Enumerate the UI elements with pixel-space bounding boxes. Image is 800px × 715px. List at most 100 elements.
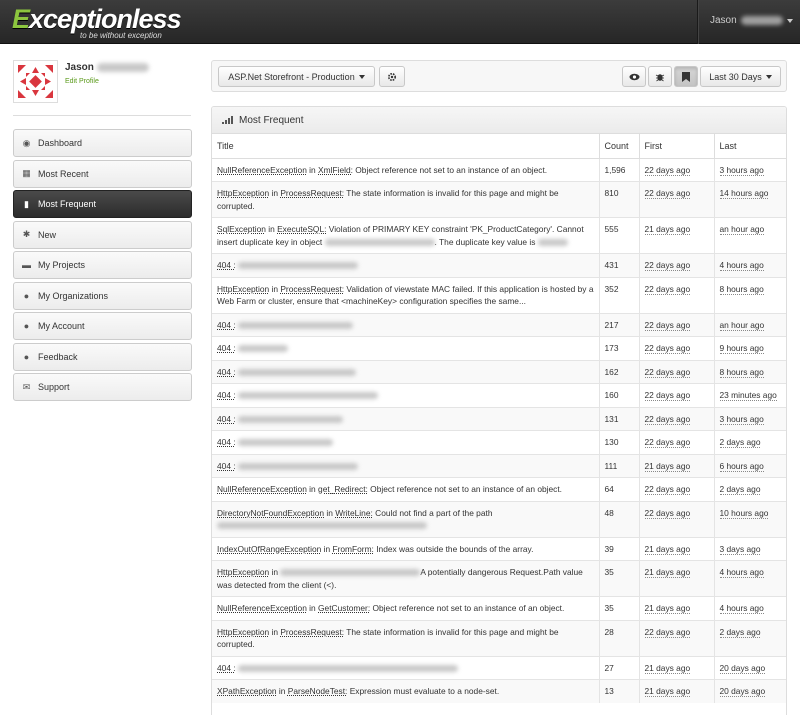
first-occurrence[interactable]: 22 days ago (644, 164, 691, 176)
sidebar-item-feedback[interactable]: ● Feedback (13, 342, 192, 371)
exception-type-link[interactable]: HttpException (217, 188, 269, 198)
last-occurrence[interactable]: 10 hours ago (719, 507, 769, 519)
avatar[interactable] (13, 60, 58, 103)
first-occurrence[interactable]: 22 days ago (644, 283, 691, 295)
last-occurrence[interactable]: 2 days ago (719, 437, 761, 448)
last-occurrence[interactable]: 6 hours ago (719, 460, 764, 472)
first-occurrence[interactable]: 22 days ago (644, 507, 691, 519)
exception-type-link[interactable]: DirectoryNotFoundException (217, 508, 324, 518)
last-occurrence[interactable]: 3 days ago (719, 543, 761, 555)
table-row[interactable]: HttpException in ProcessRequest: Validat… (212, 276, 786, 313)
first-occurrence[interactable]: 21 days ago (644, 567, 691, 578)
method-link[interactable]: ExecuteSQL: (277, 224, 326, 234)
table-row[interactable]: NullReferenceException in get_Redirect: … (212, 477, 786, 501)
first-occurrence[interactable]: 21 days ago (644, 686, 691, 697)
first-occurrence[interactable]: 22 days ago (644, 319, 691, 331)
first-occurrence[interactable]: 22 days ago (644, 484, 691, 495)
exception-type-link[interactable]: NullReferenceException (217, 484, 307, 494)
exception-type-link[interactable]: 404 : (217, 260, 236, 270)
first-occurrence[interactable]: 21 days ago (644, 460, 691, 472)
last-occurrence[interactable]: 23 minutes ago (719, 390, 777, 401)
user-menu[interactable]: Jason (710, 15, 793, 26)
exception-type-link[interactable]: HttpException (217, 627, 269, 637)
first-occurrence[interactable]: 21 days ago (644, 543, 691, 555)
table-row[interactable]: NullReferenceException in GetCustomer: O… (212, 596, 786, 620)
exception-type-link[interactable]: 404 : (217, 437, 236, 447)
method-link[interactable]: WriteLine: (335, 508, 373, 518)
table-row[interactable]: HttpException in ProcessRequest: The sta… (212, 181, 786, 218)
exception-type-link[interactable]: 404 : (217, 461, 236, 471)
table-row[interactable]: SqlException in ExecuteSQL: Violation of… (212, 217, 786, 254)
table-row[interactable]: 404 : 217 22 days ago an hour ago (212, 312, 786, 337)
sidebar-item-dashboard[interactable]: ◉ Dashboard (13, 129, 192, 157)
method-link[interactable]: ProcessRequest: (280, 284, 344, 294)
first-occurrence[interactable]: 21 days ago (644, 224, 691, 235)
last-occurrence[interactable]: 8 hours ago (719, 366, 764, 378)
exception-type-link[interactable]: HttpException (217, 284, 269, 294)
table-row[interactable]: 404 : 162 22 days ago 8 hours ago (212, 359, 786, 384)
method-link[interactable]: XmlField: (318, 165, 353, 175)
column-header-title[interactable]: Title (212, 134, 599, 159)
last-occurrence[interactable]: 14 hours ago (719, 188, 769, 199)
sidebar-item-my-projects[interactable]: ▬ My Projects (13, 251, 192, 279)
first-occurrence[interactable]: 22 days ago (644, 260, 691, 271)
table-row[interactable]: 404 : 160 22 days ago 23 minutes ago (212, 383, 786, 407)
last-occurrence[interactable]: 8 hours ago (719, 283, 764, 295)
table-row[interactable]: 404 : 130 22 days ago 2 days ago (212, 430, 786, 454)
first-occurrence[interactable]: 21 days ago (644, 603, 691, 614)
last-occurrence[interactable]: 20 days ago (719, 686, 766, 697)
exception-type-link[interactable]: IndexOutOfRangeException (217, 544, 321, 554)
exception-type-link[interactable]: 404 : (217, 390, 236, 400)
column-header-first[interactable]: First (638, 134, 714, 159)
project-settings-button[interactable] (379, 66, 405, 87)
exception-type-link[interactable]: 404 : (217, 414, 236, 424)
table-row[interactable]: NullReferenceException in XmlField: Obje… (212, 157, 786, 182)
sidebar-item-my-organizations[interactable]: ● My Organizations (13, 281, 192, 310)
exception-type-link[interactable]: NullReferenceException (217, 165, 307, 175)
table-row[interactable]: 404 : 431 22 days ago 4 hours ago (212, 253, 786, 277)
table-row[interactable]: XPathException in ParseNodeTest: Express… (212, 679, 786, 703)
last-occurrence[interactable]: 20 days ago (719, 662, 766, 674)
first-occurrence[interactable]: 22 days ago (644, 343, 691, 354)
exception-type-link[interactable]: HttpException (217, 567, 269, 577)
sidebar-item-most-frequent[interactable]: ▮ Most Frequent (13, 190, 192, 218)
first-occurrence[interactable]: 22 days ago (644, 626, 691, 638)
project-select-button[interactable]: ASP.Net Storefront - Production (218, 66, 375, 87)
table-row[interactable]: IndexOutOfRangeException in FromForm: In… (212, 536, 786, 561)
show-fixed-button[interactable] (648, 66, 672, 87)
last-occurrence[interactable]: 3 hours ago (719, 164, 764, 176)
method-link[interactable]: GetCustomer: (318, 603, 370, 613)
method-link[interactable]: get_Redirect: (318, 484, 368, 494)
column-header-last[interactable]: Last (713, 134, 786, 159)
table-row[interactable]: HttpException in ProcessRequest: The sta… (212, 619, 786, 656)
exception-type-link[interactable]: 404 : (217, 343, 236, 353)
sidebar-item-my-account[interactable]: ● My Account (13, 312, 192, 340)
show-hidden-button[interactable] (622, 66, 646, 87)
method-link[interactable]: ProcessRequest: (280, 188, 344, 198)
last-occurrence[interactable]: 3 hours ago (719, 413, 764, 425)
last-occurrence[interactable]: 4 hours ago (719, 260, 764, 271)
sidebar-item-new[interactable]: ✱ New (13, 220, 192, 249)
table-row[interactable]: 404 : 173 22 days ago 9 hours ago (212, 336, 786, 360)
exception-type-link[interactable]: 404 : (217, 663, 236, 673)
show-notfound-button[interactable] (674, 66, 698, 87)
method-link[interactable]: ProcessRequest: (280, 627, 344, 637)
exception-type-link[interactable]: 404 : (217, 367, 236, 377)
edit-profile-link[interactable]: Edit Profile (65, 78, 99, 85)
last-occurrence[interactable]: 2 days ago (719, 484, 761, 495)
first-occurrence[interactable]: 22 days ago (644, 366, 691, 378)
first-occurrence[interactable]: 22 days ago (644, 390, 691, 401)
exception-type-link[interactable]: SqlException (217, 224, 266, 234)
last-occurrence[interactable]: 4 hours ago (719, 603, 764, 614)
last-occurrence[interactable]: 2 days ago (719, 626, 761, 638)
first-occurrence[interactable]: 22 days ago (644, 437, 691, 448)
table-row[interactable]: 404 : 27 21 days ago 20 days ago (212, 655, 786, 680)
exception-type-link[interactable]: 404 : (217, 320, 236, 330)
first-occurrence[interactable]: 22 days ago (644, 188, 691, 199)
first-occurrence[interactable]: 21 days ago (644, 662, 691, 674)
first-occurrence[interactable]: 22 days ago (644, 413, 691, 425)
table-row[interactable]: HttpException in A potentially dangerous… (212, 560, 786, 597)
last-occurrence[interactable]: an hour ago (719, 224, 765, 235)
last-occurrence[interactable]: 9 hours ago (719, 343, 764, 354)
app-logo[interactable]: Exceptionless to be without exception (12, 5, 182, 40)
